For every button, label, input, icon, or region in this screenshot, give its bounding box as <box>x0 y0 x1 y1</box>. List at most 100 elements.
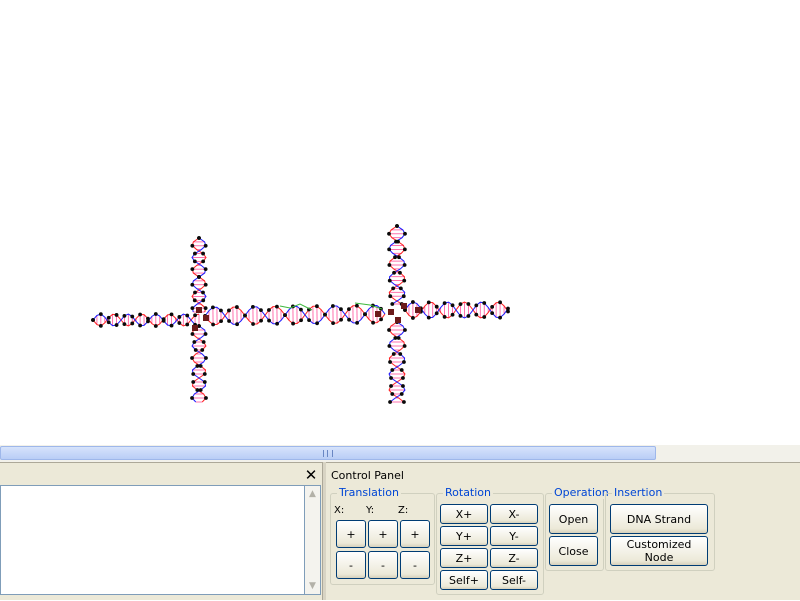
helix-junction1-top-nucleotide <box>201 259 205 263</box>
helix-junction1-top-nucleotide <box>201 291 205 295</box>
helix-junction2-bottom-nucleotide <box>402 360 406 364</box>
helix-left-arm-nucleotide <box>177 321 181 325</box>
helix-right-arm-nucleotide <box>427 301 431 305</box>
structure-list[interactable] <box>0 485 305 595</box>
helix-center-arm-nucleotide <box>347 318 351 322</box>
helix-junction2-top-nucleotide <box>403 263 407 267</box>
helix-junction1-bottom-nucleotide <box>200 348 204 352</box>
helix-junction2-top-nucleotide <box>392 271 396 275</box>
helix-junction1-bottom-nucleotide <box>195 388 199 392</box>
helix-junction1-bottom-nucleotide <box>191 372 195 376</box>
helix-junction2-bottom-nucleotide <box>397 336 401 340</box>
dna-structure-canvas[interactable] <box>0 0 800 445</box>
helix-junction1-top-nucleotide <box>193 298 197 302</box>
helix-left-arm-nucleotide <box>138 313 142 317</box>
junction-node <box>196 307 202 313</box>
helix-center-arm-nucleotide <box>331 304 335 308</box>
rotate-x-plus-button[interactable]: X+ <box>440 504 488 524</box>
helix-left-arm-nucleotide <box>154 324 158 328</box>
helix-center-arm-nucleotide <box>363 312 367 316</box>
helix-left-arm-nucleotide <box>154 312 158 316</box>
list-vertical-scrollbar[interactable]: ▲ ▼ <box>305 485 321 595</box>
helix-center-arm-nucleotide <box>211 323 215 327</box>
helix-junction1-top-nucleotide <box>190 283 194 287</box>
helix-right-arm-nucleotide <box>427 316 431 320</box>
helix-junction1-bottom-nucleotide <box>204 396 208 400</box>
helix-right-arm-nucleotide <box>435 311 439 315</box>
helix-center-arm-nucleotide <box>299 308 303 312</box>
rotate-y-plus-button[interactable]: Y+ <box>440 526 488 546</box>
rotate-y-minus-button[interactable]: Y- <box>490 526 538 546</box>
helix-junction2-top-nucleotide <box>394 240 398 244</box>
helix-left-arm-nucleotide <box>91 318 95 322</box>
rotate-self-minus-button[interactable]: Self- <box>490 570 538 590</box>
insertion-legend: Insertion <box>612 486 664 499</box>
structure-list-pane: ✕ ▲ ▼ <box>0 462 322 595</box>
helix-left-arm-nucleotide <box>107 316 111 320</box>
helix-left-arm-nucleotide <box>177 315 181 319</box>
helix-junction2-bottom-nucleotide <box>393 336 397 340</box>
helix-right-arm-nucleotide <box>490 305 494 309</box>
helix-left-arm-nucleotide <box>146 319 150 323</box>
translate-x-plus-button[interactable]: + <box>336 520 366 548</box>
translation-group: Translation X: Y: Z: + + + - - - <box>330 493 435 585</box>
scroll-down-arrow-icon[interactable]: ▼ <box>306 579 319 593</box>
helix-right-arm-nucleotide <box>474 313 478 317</box>
close-icon[interactable]: ✕ <box>303 467 319 483</box>
rotate-x-minus-button[interactable]: X- <box>490 504 538 524</box>
horizontal-scroll-thumb[interactable] <box>0 446 656 460</box>
helix-right-arm-nucleotide <box>451 303 455 307</box>
helix-center-arm-nucleotide <box>275 322 279 326</box>
helix-junction1-bottom-nucleotide <box>194 348 198 352</box>
helix-junction2-top-nucleotide <box>391 287 395 291</box>
helix-center-arm-nucleotide <box>323 313 327 317</box>
helix-junction2-top-nucleotide <box>393 255 397 259</box>
helix-junction1-bottom-nucleotide <box>203 372 207 376</box>
helix-left-arm-nucleotide <box>185 323 189 327</box>
helix-right-arm-nucleotide <box>443 315 447 319</box>
helix-junction1-top-nucleotide <box>193 291 197 295</box>
bottom-panel: ✕ ▲ ▼ Control Panel Translation X: Y: Z:… <box>0 462 800 600</box>
translate-z-plus-button[interactable]: + <box>400 520 430 548</box>
helix-left-arm-nucleotide <box>138 324 142 328</box>
dna-strand-button[interactable]: DNA Strand <box>610 504 708 534</box>
helix-left-arm-nucleotide <box>170 312 174 316</box>
helix-junction2-top-nucleotide <box>402 279 406 283</box>
helix-right-arm-nucleotide <box>435 305 439 309</box>
close-button[interactable]: Close <box>549 536 598 566</box>
helix-left-arm-nucleotide <box>123 314 127 318</box>
helix-junction2-bottom-nucleotide <box>388 400 392 404</box>
helix-center-arm-nucleotide <box>339 307 343 311</box>
rotate-z-plus-button[interactable]: Z+ <box>440 548 488 568</box>
translate-y-plus-button[interactable]: + <box>368 520 398 548</box>
helix-left-arm-nucleotide <box>193 313 197 317</box>
customized-node-button[interactable]: Customized Node <box>610 536 708 566</box>
helix-center-arm-nucleotide <box>355 321 359 325</box>
helix-junction2-top-nucleotide <box>402 294 406 298</box>
helix-junction1-top-nucleotide <box>204 244 208 248</box>
helix-center-arm-nucleotide <box>291 322 295 326</box>
operation-legend: Operation <box>552 486 611 499</box>
helix-junction2-bottom-nucleotide <box>390 368 394 372</box>
scroll-up-arrow-icon[interactable]: ▲ <box>306 487 319 501</box>
translate-x-minus-button[interactable]: - <box>336 551 366 579</box>
dna-3d-viewport[interactable] <box>0 0 800 445</box>
helix-center-arm-nucleotide <box>315 321 319 325</box>
helix-junction2-bottom-nucleotide <box>398 352 402 356</box>
translate-y-minus-button[interactable]: - <box>368 551 398 579</box>
helix-left-arm-nucleotide <box>107 320 111 324</box>
helix-right-arm-nucleotide <box>474 304 478 308</box>
helix-junction2-bottom-nucleotide <box>401 384 405 388</box>
helix-junction1-top-nucleotide <box>190 267 194 271</box>
helix-center-arm-nucleotide <box>227 319 231 323</box>
rotation-group: Rotation X+ X- Y+ Y- Z+ Z- Self+ Self- <box>436 493 544 595</box>
helix-center-arm-nucleotide <box>267 308 271 312</box>
translate-z-minus-button[interactable]: - <box>400 551 430 579</box>
open-button[interactable]: Open <box>549 504 598 534</box>
rotate-z-minus-button[interactable]: Z- <box>490 548 538 568</box>
rotate-self-plus-button[interactable]: Self+ <box>440 570 488 590</box>
helix-right-arm-nucleotide <box>459 314 463 318</box>
helix-junction2-bottom-nucleotide <box>387 344 391 348</box>
helix-left-arm-nucleotide <box>123 322 127 326</box>
horizontal-scrollbar[interactable] <box>0 445 800 462</box>
